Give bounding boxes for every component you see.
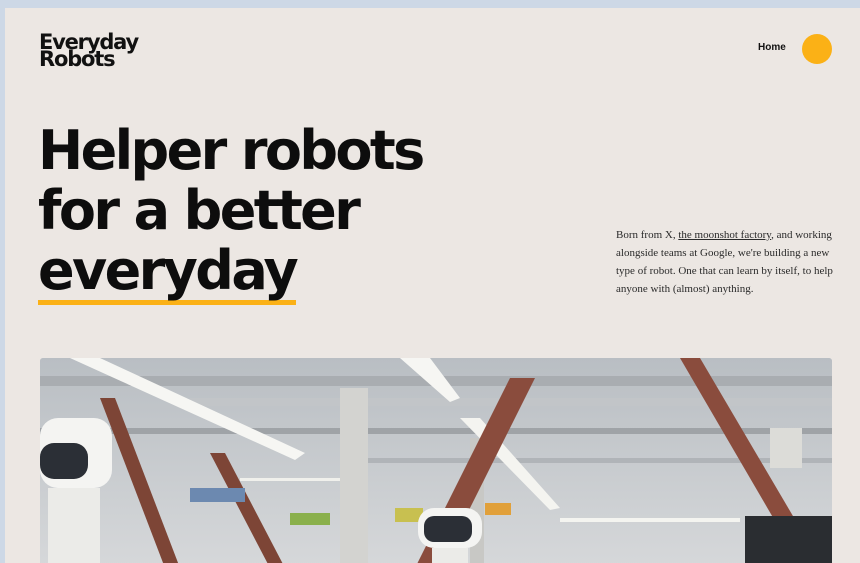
moonshot-factory-link[interactable]: the moonshot factory: [678, 229, 771, 241]
hero-image: [40, 358, 832, 563]
headline-line-3: everyday: [38, 244, 299, 305]
warehouse-photo: [40, 358, 832, 563]
desc-part-1: Born from X,: [616, 229, 679, 241]
hero-description: Born from X, the moonshot factory, and w…: [616, 226, 841, 298]
page: Everyday Robots Home Helper robots for a…: [5, 8, 860, 563]
menu-button[interactable]: [802, 34, 832, 64]
headline-line-2: for a better: [38, 179, 361, 242]
hero-headline: Helper robots for a better everyday: [38, 119, 425, 305]
headline-line-3-wrapper: everyday: [38, 241, 423, 305]
everyday-robots-logo[interactable]: Everyday Robots: [39, 32, 139, 70]
headline-line-1: Helper robots: [38, 119, 425, 182]
nav-home-link[interactable]: Home: [758, 42, 786, 53]
